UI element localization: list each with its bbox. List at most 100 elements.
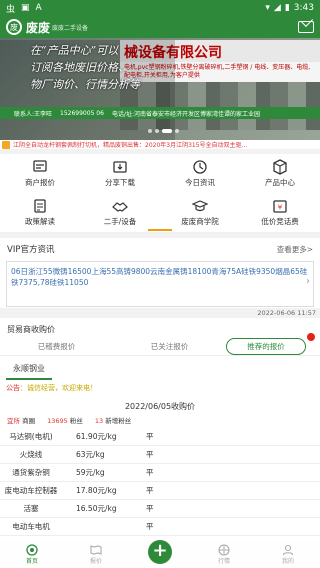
nav-item-low-price-bill[interactable]: ¥ 低价竞话费 [240,193,320,232]
meta-value: 13 [94,417,104,425]
price-item-value: 59元/kg [76,468,105,477]
nav-item-label: 低价竞话费 [261,217,299,226]
nav-item-second-hand[interactable]: 二手/设备 [80,193,160,232]
news-ticker[interactable]: 江阴全自动龙杆钢套佩制打切机，精品废铜出售：2020年3月江阴315号全自动双主… [0,140,320,149]
promo-banner[interactable]: 械设备有限公司 电机,pvc塑钢粉碎机,铁壁分离破碎机,二手塑钢 / 电线、变压… [0,38,320,140]
status-icon-1: 虫 [6,4,16,15]
carousel-dot [175,129,179,133]
banner-caption: 在“产品中心”可以 订阅各地废旧价格、 物厂询价、行情分析等 [30,42,140,93]
vip-news-section: VIP官方资讯 查看更多> 06日浙江55微铸16500上海55高铸9800云南… [0,238,320,317]
notice-label: 公告 [6,384,20,392]
nav-item-label: 分享下载 [105,178,135,187]
carousel-dot [155,129,159,133]
purchase-price-section: 贸易商收购价 已稽费报价 已关注报价 推荐的报价 永顺钢业 公告：诚信经营，欢迎… [0,318,320,540]
nav-item-today-news[interactable]: 今日资讯 [160,154,240,193]
vip-news-text: 06日浙江55微铸16500上海55高铸9800云南金属铸18100青海75A硅… [11,267,308,287]
tab-followed-quotes[interactable]: 已关注报价 [113,341,226,352]
price-item-trend: 平 [146,486,154,495]
nav-item-label: 二手/设备 [103,217,137,226]
add-button[interactable]: + [148,540,172,564]
bottom-nav-profile[interactable]: 我的 [256,540,320,568]
banner-caption-line: 订阅各地废旧价格、 [30,61,129,74]
price-item-trend: 平 [146,468,154,477]
price-table: 马达铜(电机) 61.90元/kg 平 火烧线 63元/kg 平 通货紫杂铜 5… [0,428,320,536]
clock-icon [193,160,207,174]
nav-item-share-download[interactable]: 分享下载 [80,154,160,193]
share-icon [113,161,127,173]
status-bar: 虫 ▣ A ▾ ◢ ▮ 3:43 [0,0,320,16]
handshake-icon [112,202,128,212]
vip-more-link[interactable]: 查看更多> [277,244,313,255]
meta-label: 新增粉丝 [105,417,132,425]
price-tag-icon [33,160,47,172]
cube-icon [273,159,287,175]
message-icon[interactable] [298,21,314,33]
nav-item-merchant-quote[interactable]: 商户报价 [0,154,80,193]
app-title: 废废 [26,20,51,35]
price-item-trend: 平 [146,450,154,459]
ticker-text: 江阴全自动龙杆钢套佩制打切机，精品废铜出售：2020年3月江阴315号全自动双主… [13,142,248,149]
bottom-nav-label: 行情 [217,557,230,565]
table-row: 活塞 16.50元/kg 平 [0,500,320,518]
price-item-value: 61.90元/kg [76,432,117,441]
status-icon-2: ▣ [21,3,30,13]
bottom-nav-quotes[interactable]: 报价 [64,540,128,568]
nav-item-academy[interactable]: 废废商学院 [160,193,240,232]
price-item-name: 马达铜(电机) [9,432,53,441]
table-row: 电动车电机 平 [0,518,320,536]
svg-text:¥: ¥ [278,204,283,212]
gift-icon: ¥ [273,200,287,213]
carousel-dot-active [162,129,172,133]
battery-icon: ▮ [284,3,290,13]
nav-item-label: 政策解读 [25,217,55,226]
price-item-name: 火烧线 [19,450,43,459]
meta-label: 商圈 [22,417,36,425]
home-icon [26,543,38,556]
price-item-name: 废电动车控制器 [4,486,58,495]
notice-icon [2,140,10,149]
nav-item-label: 废废商学院 [181,217,219,226]
user-icon [282,544,294,555]
wifi-icon: ▾ [265,3,270,13]
table-row: 马达铜(电机) 61.90元/kg 平 [0,428,320,446]
nav-item-label: 产品中心 [265,178,295,187]
banner-caption-line: 在“产品中心”可以 [30,44,119,57]
compass-icon [218,543,230,556]
nav-item-policy[interactable]: 政策解读 [0,193,80,232]
price-item-trend: 平 [146,504,154,513]
bottom-nav-market[interactable]: 行情 [192,540,256,568]
purchase-title: 贸易商收购价 [7,325,55,334]
table-row: 火烧线 63元/kg 平 [0,446,320,464]
table-row: 废电动车控制器 17.80元/kg 平 [0,482,320,500]
price-item-value: 16.50元/kg [76,504,117,513]
signal-icon: ◢ [273,3,281,13]
bottom-nav-label: 报价 [89,557,102,565]
table-row: 通货紫杂铜 59元/kg 平 [0,464,320,482]
tab-label: 推荐的报价 [247,342,285,351]
meta-value: 宜所 [7,417,20,425]
price-item-name: 电动车电机 [12,522,50,531]
bottom-nav-label: 首页 [25,557,38,565]
bottom-nav-home[interactable]: 首页 [0,540,64,568]
grid-page-indicator [148,229,172,231]
nav-item-product-center[interactable]: 产品中心 [240,154,320,193]
company-name[interactable]: 永顺钢业 [6,359,52,380]
document-icon [34,199,46,213]
app-subtitle: 废废二手设备 [52,24,89,32]
feature-grid: 商户报价 分享下载 今日资讯 产品中心 政策解读 二手/设备 废废商学院 ¥ 低… [0,154,320,232]
notice-text: 诚信经营，欢迎来电！ [27,384,97,392]
carousel-dot [148,129,152,133]
vip-title: VIP官方资讯 [7,245,55,255]
tab-recommended-quotes[interactable]: 推荐的报价 [226,333,315,355]
nav-item-label: 商户报价 [25,178,55,187]
nav-item-label: 今日资讯 [185,178,215,187]
tab-paid-quotes[interactable]: 已稽费报价 [0,341,113,352]
bottom-nav-label: 我的 [281,557,294,565]
price-item-trend: 平 [146,522,154,531]
banner-footer: 联系人:王李旺 152699005 06 电话/址:河南省泰安市经济开发区博家湾… [0,107,320,119]
price-item-value: 63元/kg [76,450,105,459]
quote-icon [90,544,102,555]
vip-news-card[interactable]: 06日浙江55微铸16500上海55高铸9800云南金属铸18100青海75A硅… [6,261,314,307]
price-item-name: 通货紫杂铜 [12,468,50,477]
banner-contact: 联系人:王李旺 [14,110,53,118]
